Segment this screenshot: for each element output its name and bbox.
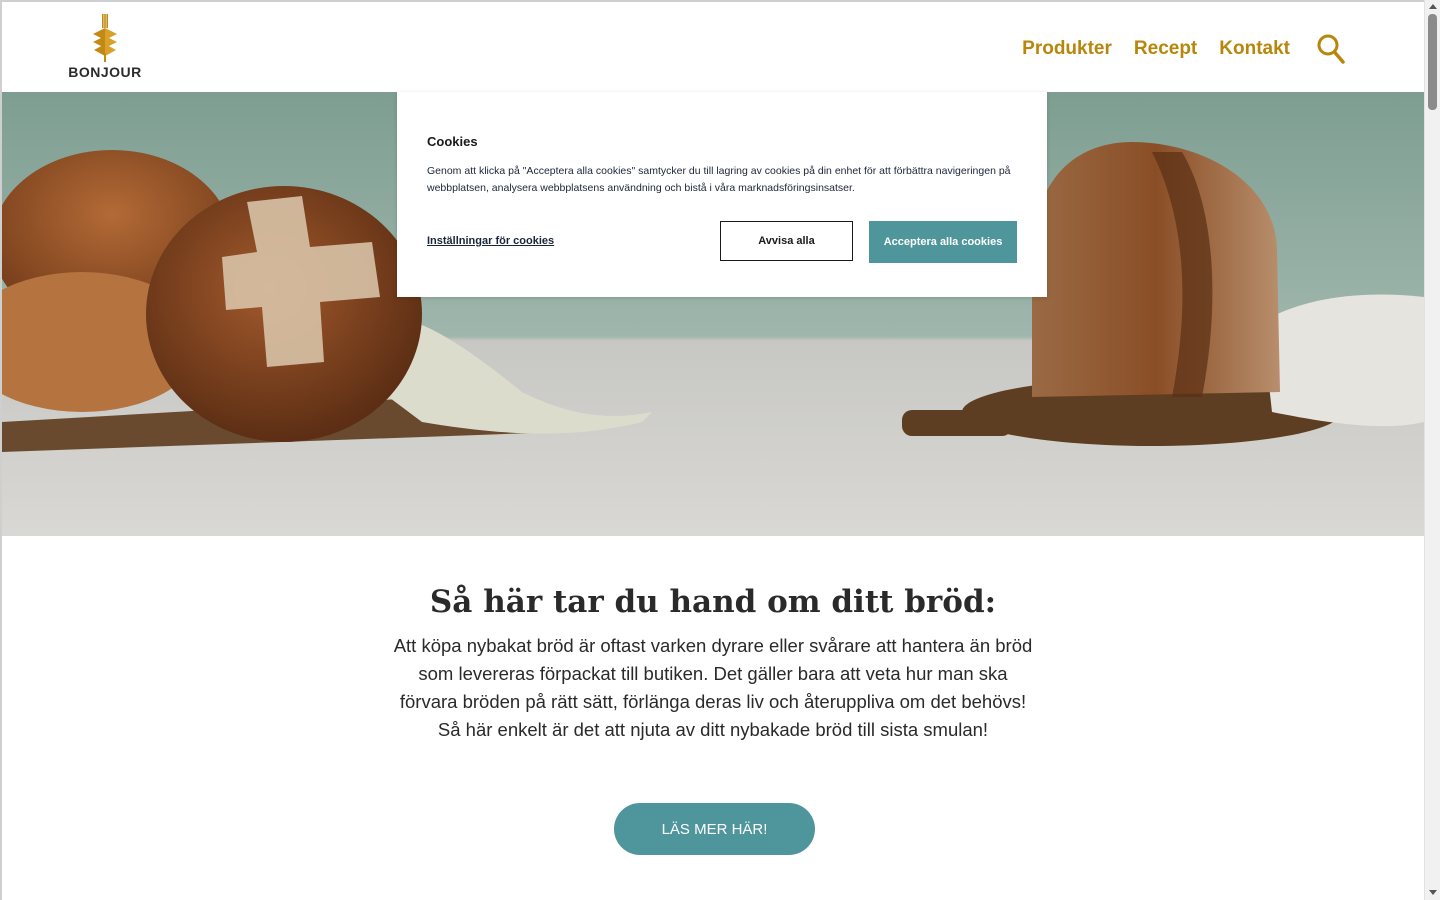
cookie-settings-link[interactable]: Inställningar för cookies: [427, 235, 554, 247]
search-icon: [1317, 34, 1345, 64]
scroll-down-arrow-icon[interactable]: [1429, 890, 1437, 895]
site-header: BONJOUR Produkter Recept Kontakt: [2, 2, 1424, 92]
scroll-up-arrow-icon[interactable]: [1429, 4, 1437, 9]
read-more-button[interactable]: LÄS MER HÄR!: [614, 803, 815, 855]
search-button[interactable]: [1316, 32, 1346, 66]
cookie-dialog-text: Genom att klicka på "Acceptera alla cook…: [427, 165, 1011, 194]
brand-logo[interactable]: BONJOUR: [64, 14, 146, 84]
accept-all-cookies-button[interactable]: Acceptera alla cookies: [869, 221, 1017, 263]
cookie-dialog-title: Cookies: [427, 134, 478, 149]
page-scrollbar[interactable]: [1424, 0, 1440, 900]
intro-paragraph: Att köpa nybakat bröd är oftast varken d…: [393, 635, 1033, 740]
reject-all-button[interactable]: Avvisa alla: [720, 221, 853, 261]
wheat-logo-icon: [93, 14, 117, 62]
cookie-consent-dialog: Cookies Genom att klicka på "Acceptera a…: [397, 92, 1047, 297]
page: BONJOUR Produkter Recept Kontakt Cookies…: [0, 0, 1424, 900]
nav-link-produkter[interactable]: Produkter: [1022, 38, 1112, 60]
scrollbar-thumb[interactable]: [1428, 14, 1437, 110]
logo-wordmark: BONJOUR: [68, 64, 142, 80]
nav-link-recept[interactable]: Recept: [1134, 38, 1197, 60]
page-heading: Så här tar du hand om ditt bröd:: [429, 584, 997, 620]
main-nav: Produkter Recept Kontakt: [1022, 38, 1290, 60]
nav-link-kontakt[interactable]: Kontakt: [1219, 38, 1290, 60]
